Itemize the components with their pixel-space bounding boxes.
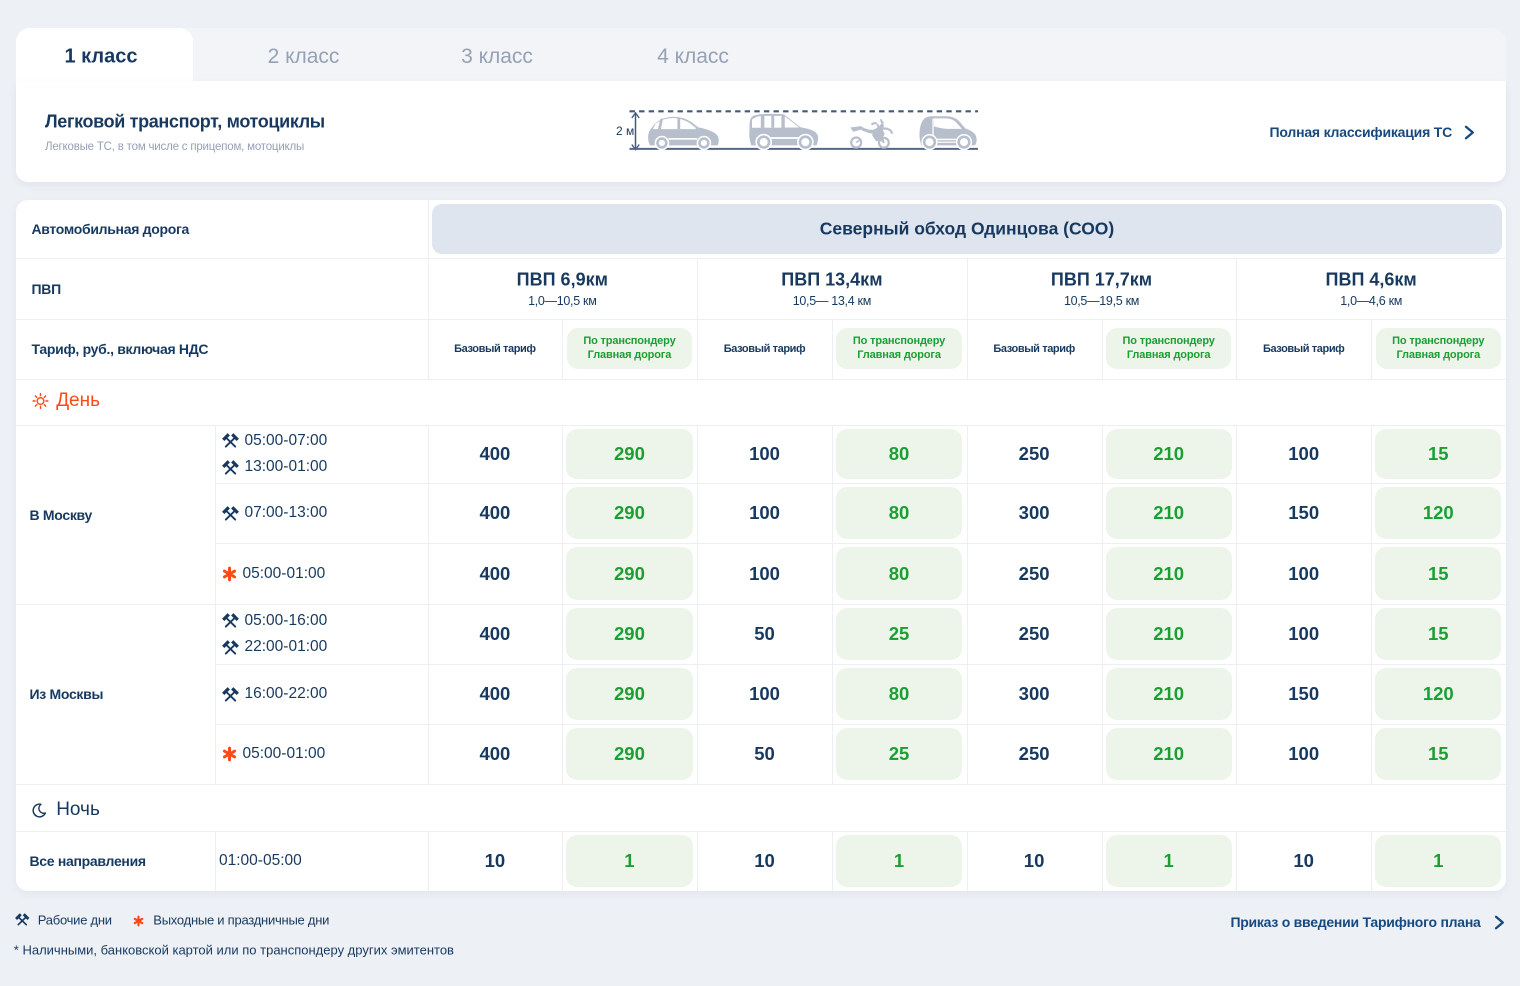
svg-text:2 м: 2 м — [616, 124, 634, 138]
